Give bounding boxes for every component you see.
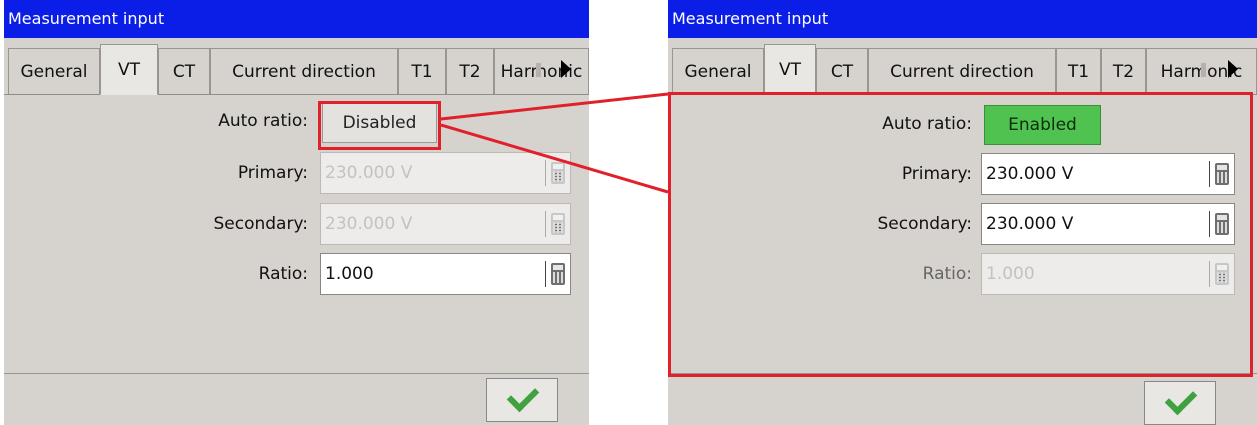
callout-connector-lines — [440, 92, 669, 194]
callout-line-bottom — [440, 123, 669, 194]
callout-line-top — [440, 92, 669, 121]
